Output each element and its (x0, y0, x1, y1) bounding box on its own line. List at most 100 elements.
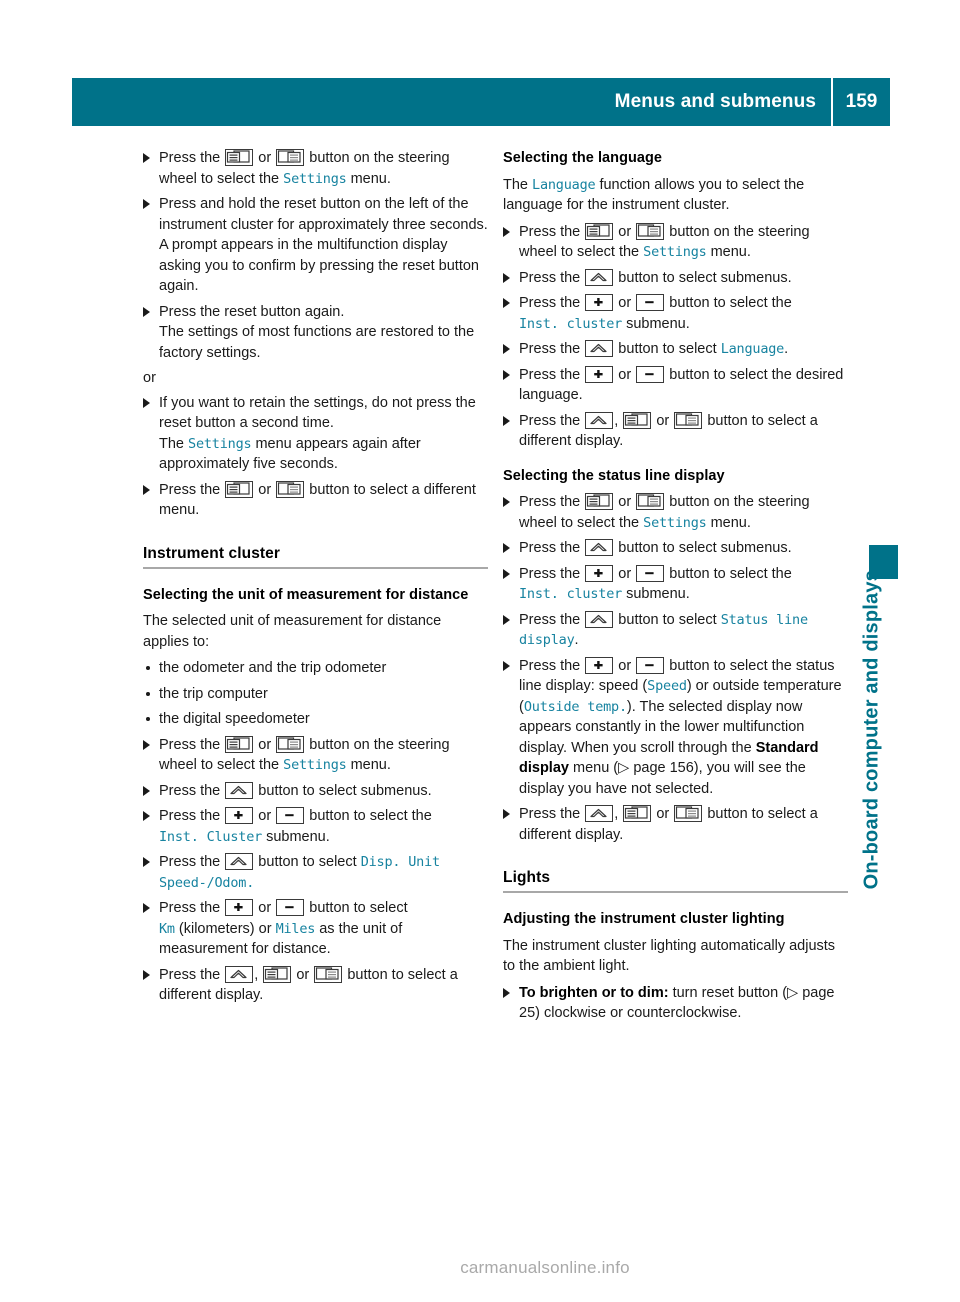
up-arrow-button-icon (585, 268, 614, 286)
step-continuation: The settings of most functions are resto… (159, 324, 475, 361)
multifunction-display-left-icon (623, 411, 652, 429)
up-arrow-button-icon (225, 853, 254, 870)
up-arrow-button-icon (585, 610, 614, 628)
minus-button-icon (636, 365, 665, 383)
multifunction-display-left-icon (225, 735, 254, 753)
section-heading-lights: Lights (503, 869, 848, 893)
menu-name-inst-cluster: Inst. cluster (519, 315, 623, 332)
step-triangle-icon (143, 811, 150, 821)
step-triangle-icon (143, 903, 150, 913)
step-triangle-icon (503, 614, 510, 625)
step-triangle-icon (143, 306, 150, 317)
step-triangle-icon (503, 369, 510, 380)
menu-value-outside-temp: Outside temp. (523, 698, 627, 715)
plus-button-icon (585, 365, 614, 383)
step-item: Press the or button on the steering whee… (143, 735, 488, 776)
step-item: Press the , or button to select a differ… (503, 411, 848, 452)
up-arrow-button-icon (585, 805, 614, 822)
step-triangle-icon (503, 660, 510, 671)
menu-name-settings: Settings (643, 514, 707, 531)
step-triangle-icon (143, 153, 150, 163)
multifunction-display-right-icon (674, 805, 703, 822)
step-triangle-icon (143, 199, 150, 209)
menu-value-km: Km (159, 920, 175, 937)
step-item: Press the , or button to select a differ… (143, 965, 488, 1006)
step-item: Press the or button to select the Inst. … (143, 806, 488, 847)
list-item: the odometer and the trip odometer (143, 658, 488, 679)
multifunction-display-left-icon (623, 805, 652, 822)
multifunction-display-right-icon (314, 965, 343, 983)
minus-button-icon (636, 564, 665, 582)
step-triangle-icon (143, 484, 150, 495)
step-item: Press and hold the reset button on the l… (143, 194, 488, 297)
multifunction-display-left-icon (585, 493, 614, 510)
lights-paragraph: The instrument cluster lighting automati… (503, 937, 836, 975)
step-item: Press the or button to select the Inst. … (503, 564, 848, 605)
plus-button-icon (585, 656, 614, 674)
plus-button-icon (225, 899, 254, 916)
step-item: To brighten or to dim: turn reset button… (503, 983, 848, 1024)
step-item: Press the or button to select a differen… (143, 480, 488, 521)
page-number: 159 (845, 91, 878, 112)
page-header-bar: Menus and submenus 159 (72, 78, 890, 126)
step-text: Press the reset button again. (159, 303, 345, 320)
step-triangle-icon (503, 809, 510, 819)
site-watermark: carmanualsonline.info (0, 1258, 960, 1278)
step-text: Press and hold the reset button on the l… (159, 196, 488, 233)
multifunction-display-left-icon (225, 149, 254, 166)
step-item: Press the button to select submenus. (503, 538, 848, 559)
chapter-side-tab: On-board computer and displays (855, 150, 885, 889)
multifunction-display-right-icon (674, 411, 703, 429)
step-triangle-icon (503, 987, 510, 998)
step-continuation: A prompt appears in the multifunction di… (159, 237, 479, 294)
chapter-side-tab-marker (869, 545, 898, 579)
plus-button-icon (585, 294, 614, 311)
or-separator: or (143, 370, 156, 386)
subheading-selecting-language: Selecting the language (503, 150, 663, 166)
intro-paragraph: The selected unit of measurement for dis… (143, 613, 442, 650)
step-item: If you want to retain the settings, do n… (143, 393, 488, 475)
bullet-dot-icon (146, 717, 150, 721)
minus-button-icon (276, 899, 305, 916)
page-title: Menus and submenus (614, 91, 816, 112)
step-triangle-icon (503, 415, 510, 426)
step-item: Press the button to select Language. (503, 339, 848, 360)
menu-name-language: Language (720, 341, 785, 357)
minus-button-icon (636, 656, 665, 674)
subheading-instrument-cluster-lighting: Adjusting the instrument cluster lightin… (503, 911, 785, 927)
menu-value-speed: Speed (647, 678, 687, 694)
step-triangle-icon (143, 969, 150, 980)
subheading-status-line-display: Selecting the status line display (503, 467, 725, 484)
multifunction-display-left-icon (585, 222, 614, 240)
up-arrow-button-icon (225, 781, 254, 799)
step-item: Press the button to select Status line d… (503, 610, 848, 651)
step-item: Press the or button to select Km (kilome… (143, 898, 488, 960)
minus-button-icon (276, 807, 305, 824)
plus-button-icon (225, 807, 254, 824)
multifunction-display-right-icon (636, 222, 665, 240)
up-arrow-button-icon (585, 539, 614, 556)
section-heading-instrument-cluster: Instrument cluster (143, 545, 488, 569)
step-label-brighten-dim: To brighten or to dim: (519, 984, 669, 1001)
right-column: Selecting the language The Language func… (503, 148, 848, 1029)
menu-name-settings: Settings (283, 170, 347, 187)
step-triangle-icon (143, 397, 150, 408)
cross-reference-arrow-icon: ▷ (618, 760, 630, 776)
multifunction-display-right-icon (276, 480, 305, 498)
multifunction-display-left-icon (225, 480, 254, 498)
step-triangle-icon (503, 272, 510, 283)
bullet-dot-icon (146, 666, 150, 670)
multifunction-display-left-icon (263, 965, 292, 983)
step-item: Press the button to select submenus. (503, 268, 848, 289)
minus-button-icon (636, 294, 665, 311)
step-triangle-icon (503, 543, 510, 553)
step-item: Press the or button to select the status… (503, 656, 848, 800)
menu-name-settings: Settings (643, 244, 707, 260)
menu-name-inst-cluster: Inst. cluster (519, 586, 623, 602)
up-arrow-button-icon (585, 411, 614, 429)
step-item: Press the or button to select the Inst. … (503, 293, 848, 334)
step-item: Press the or button to select the desire… (503, 365, 848, 406)
step-item: Press the or button on the steering whee… (503, 492, 848, 533)
up-arrow-button-icon (585, 340, 614, 357)
step-item: Press the button to select Disp. Unit Sp… (143, 852, 488, 893)
